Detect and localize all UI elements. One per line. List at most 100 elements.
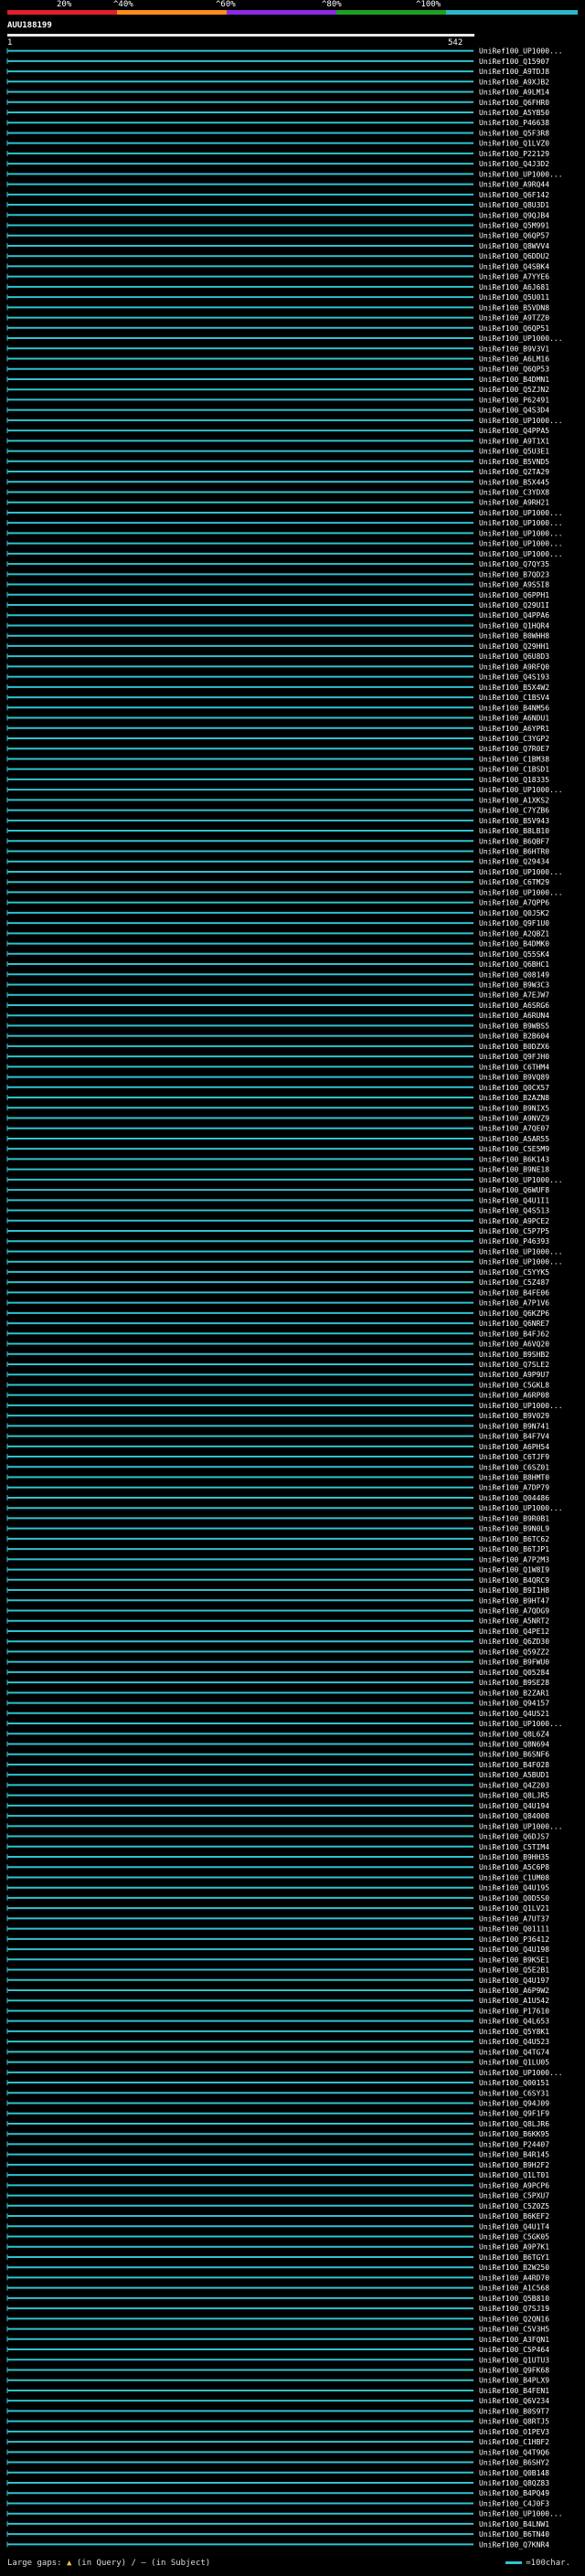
hit-label[interactable]: UniRef100_Q18335 — [479, 776, 549, 784]
hit-label[interactable]: UniRef100_UP1000... — [479, 1258, 563, 1267]
hit-label[interactable]: UniRef100_UP1000... — [479, 417, 563, 425]
hit-label[interactable]: UniRef100_B5VND5 — [479, 458, 549, 466]
hit-label[interactable]: UniRef100_C3YGP2 — [479, 735, 549, 743]
hit-label[interactable]: UniRef100_B6K143 — [479, 1155, 549, 1163]
hit-label[interactable]: UniRef100_Q8U3D1 — [479, 201, 549, 209]
hit-label[interactable]: UniRef100_A6YPR1 — [479, 725, 549, 733]
hit-label[interactable]: UniRef100_Q8LJR6 — [479, 2120, 549, 2128]
hit-label[interactable]: UniRef100_A1C568 — [479, 2284, 549, 2293]
hit-label[interactable]: UniRef100_C5E5M9 — [479, 1145, 549, 1153]
hit-label[interactable]: UniRef100_A7UT37 — [479, 1914, 549, 1923]
hit-label[interactable]: UniRef100_Q6PPH1 — [479, 591, 549, 599]
hit-label[interactable]: UniRef100_C1BM38 — [479, 755, 549, 763]
hit-label[interactable]: UniRef100_Q9QJB4 — [479, 211, 549, 219]
hit-label[interactable]: UniRef100_Q6WUF8 — [479, 1186, 549, 1194]
hit-label[interactable]: UniRef100_Q5E2B1 — [479, 1966, 549, 1975]
hit-label[interactable]: UniRef100_C6SY31 — [479, 2089, 549, 2097]
hit-label[interactable]: UniRef100_B0WHH8 — [479, 632, 549, 641]
hit-label[interactable]: UniRef100_B9N741 — [479, 1422, 549, 1430]
hit-label[interactable]: UniRef100_A6NDU1 — [479, 715, 549, 723]
hit-label[interactable]: UniRef100_UP1000... — [479, 868, 563, 876]
hit-label[interactable]: UniRef100_UP1000... — [479, 1504, 563, 1512]
hit-label[interactable]: UniRef100_B5X4W2 — [479, 684, 549, 692]
hit-label[interactable]: UniRef100_UP1000... — [479, 888, 563, 896]
hit-label[interactable]: UniRef100_A2QBZ1 — [479, 929, 549, 938]
hit-label[interactable]: UniRef100_A7QDG9 — [479, 1607, 549, 1616]
hit-label[interactable]: UniRef100_Q1W8I9 — [479, 1566, 549, 1574]
hit-label[interactable]: UniRef100_Q8L6Z4 — [479, 1730, 549, 1738]
hit-label[interactable]: UniRef100_Q1LVZ0 — [479, 140, 549, 148]
hit-label[interactable]: UniRef100_Q9FJH0 — [479, 1053, 549, 1061]
hit-label[interactable]: UniRef100_B9FWU0 — [479, 1659, 549, 1667]
hit-label[interactable]: UniRef100_Q6DDU2 — [479, 252, 549, 260]
hit-label[interactable]: UniRef100_Q29HH1 — [479, 642, 549, 651]
hit-label[interactable]: UniRef100_UP1000... — [479, 170, 563, 178]
hit-label[interactable]: UniRef100_B9I1H8 — [479, 1586, 549, 1595]
hit-label[interactable]: UniRef100_A9P9U7 — [479, 1371, 549, 1379]
hit-label[interactable]: UniRef100_UP1000... — [479, 48, 563, 56]
hit-label[interactable]: UniRef100_C6SZ01 — [479, 1463, 549, 1471]
hit-label[interactable]: UniRef100_Q55SK4 — [479, 950, 549, 959]
hit-label[interactable]: UniRef100_A6J681 — [479, 283, 549, 292]
hit-label[interactable]: UniRef100_A5YB50 — [479, 109, 549, 117]
hit-label[interactable]: UniRef100_Q8WVV4 — [479, 242, 549, 250]
hit-label[interactable]: UniRef100_C5GK05 — [479, 2233, 549, 2242]
hit-label[interactable]: UniRef100_Q84008 — [479, 1812, 549, 1820]
hit-label[interactable]: UniRef100_A5BUD1 — [479, 1771, 549, 1779]
hit-label[interactable]: UniRef100_Q7QY35 — [479, 560, 549, 568]
hit-label[interactable]: UniRef100_Q7KNR4 — [479, 2540, 549, 2549]
hit-label[interactable]: UniRef100_C5V3H5 — [479, 2326, 549, 2334]
hit-label[interactable]: UniRef100_Q4T9Q6 — [479, 2448, 549, 2456]
hit-label[interactable]: UniRef100_Q4PE12 — [479, 1627, 549, 1636]
hit-label[interactable]: UniRef100_Q6QP57 — [479, 232, 549, 240]
hit-label[interactable]: UniRef100_B4DMN1 — [479, 376, 549, 384]
hit-label[interactable]: UniRef100_B9VQ89 — [479, 1074, 549, 1082]
hit-label[interactable]: UniRef100_B6TJP1 — [479, 1545, 549, 1553]
hit-label[interactable]: UniRef100_Q6F142 — [479, 191, 549, 199]
hit-label[interactable]: UniRef100_UP1000... — [479, 509, 563, 517]
hit-label[interactable]: UniRef100_B2AZN8 — [479, 1094, 549, 1102]
hit-label[interactable]: UniRef100_A3FQN1 — [479, 2336, 549, 2344]
hit-label[interactable]: UniRef100_B9W3C3 — [479, 981, 549, 990]
hit-label[interactable]: UniRef100_Q05284 — [479, 1669, 549, 1677]
hit-label[interactable]: UniRef100_Q4S3D4 — [479, 407, 549, 415]
hit-label[interactable]: UniRef100_B4F028 — [479, 1761, 549, 1769]
hit-label[interactable]: UniRef100_C1UM08 — [479, 1873, 549, 1882]
hit-label[interactable]: UniRef100_A9S5I8 — [479, 581, 549, 589]
hit-label[interactable]: UniRef100_B9HH35 — [479, 1853, 549, 1861]
hit-label[interactable]: UniRef100_A9LM14 — [479, 89, 549, 97]
hit-label[interactable]: UniRef100_Q4PPA5 — [479, 427, 549, 435]
hit-label[interactable]: UniRef100_A6RP08 — [479, 1392, 549, 1400]
hit-label[interactable]: UniRef100_A7P1V6 — [479, 1299, 549, 1308]
hit-label[interactable]: UniRef100_Q4Z203 — [479, 1781, 549, 1789]
hit-label[interactable]: UniRef100_Q4U1I1 — [479, 1196, 549, 1204]
hit-label[interactable]: UniRef100_Q5B810 — [479, 2295, 549, 2303]
hit-label[interactable]: UniRef100_C7YZB6 — [479, 807, 549, 815]
hit-label[interactable]: UniRef100_A6LM16 — [479, 355, 549, 364]
hit-label[interactable]: UniRef100_Q04486 — [479, 1494, 549, 1502]
hit-label[interactable]: UniRef100_A5NRT2 — [479, 1617, 549, 1626]
hit-label[interactable]: UniRef100_Q6U8D3 — [479, 652, 549, 661]
hit-label[interactable]: UniRef100_B7QD23 — [479, 570, 549, 578]
hit-label[interactable]: UniRef100_A6PH54 — [479, 1443, 549, 1451]
hit-label[interactable]: UniRef100_B4F7V4 — [479, 1433, 549, 1441]
hit-label[interactable]: UniRef100_B9WBS5 — [479, 1022, 549, 1030]
hit-label[interactable]: UniRef100_B9N0L9 — [479, 1525, 549, 1533]
hit-label[interactable]: UniRef100_A9RQ44 — [479, 181, 549, 189]
hit-label[interactable]: UniRef100_A9NVZ9 — [479, 1114, 549, 1122]
hit-label[interactable]: UniRef100_Q1LV21 — [479, 1904, 549, 1913]
hit-label[interactable]: UniRef100_B5VDN8 — [479, 303, 549, 312]
hit-label[interactable]: UniRef100_A6VQ20 — [479, 1341, 549, 1349]
hit-label[interactable]: UniRef100_Q0CX57 — [479, 1084, 549, 1092]
hit-label[interactable]: UniRef100_Q01111 — [479, 1925, 549, 1934]
hit-label[interactable]: UniRef100_B4NM56 — [479, 704, 549, 712]
hit-label[interactable]: UniRef100_C4J0F3 — [479, 2499, 549, 2507]
hit-label[interactable]: UniRef100_B6HTR0 — [479, 848, 549, 856]
hit-label[interactable]: UniRef100_Q5Y8K1 — [479, 2028, 549, 2036]
hit-label[interactable]: UniRef100_B4PLX9 — [479, 2377, 549, 2385]
hit-label[interactable]: UniRef100_Q4S193 — [479, 673, 549, 682]
hit-label[interactable]: UniRef100_A7P2M3 — [479, 1555, 549, 1564]
hit-label[interactable]: UniRef100_Q9F1U0 — [479, 919, 549, 928]
hit-label[interactable]: UniRef100_B2W250 — [479, 2263, 549, 2272]
hit-label[interactable]: UniRef100_Q2QN16 — [479, 2315, 549, 2323]
